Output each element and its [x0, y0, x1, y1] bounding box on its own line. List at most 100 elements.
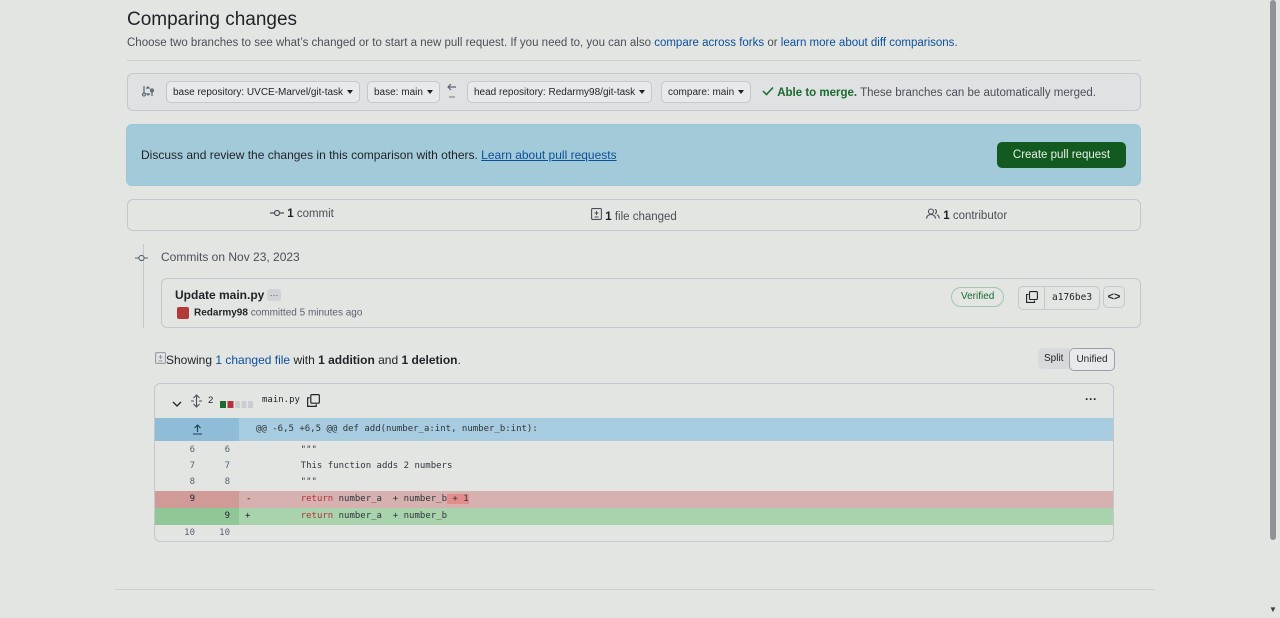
files-label: file changed — [614, 211, 677, 223]
banner-text: Discuss and review the changes in this c… — [141, 148, 617, 162]
people-icon — [926, 208, 940, 222]
file-diff: 2 main.py ··· @@ -6,5 +6,5 @@ def add(nu… — [154, 383, 1114, 542]
avatar[interactable] — [177, 307, 189, 319]
subtitle-or: or — [764, 37, 781, 49]
diffstat-bar — [220, 397, 258, 411]
deletions-count: 1 deletion — [401, 353, 458, 367]
copy-icon[interactable] — [307, 394, 320, 410]
new-line-number[interactable]: 8 — [190, 474, 230, 491]
check-icon — [762, 86, 774, 99]
diff-line: 7 7 This function adds 2 numbers — [155, 458, 1113, 475]
browse-repository-button[interactable]: <> — [1103, 286, 1125, 308]
code-line: This function adds 2 numbers — [279, 461, 453, 471]
summary-mid: with — [290, 353, 319, 367]
code-line: """ — [279, 477, 317, 487]
contributors-tab[interactable]: 1 contributor — [926, 208, 1007, 222]
old-line-number[interactable]: 7 — [155, 458, 195, 475]
verified-badge[interactable]: Verified — [951, 287, 1005, 307]
summary-and: and — [374, 353, 402, 367]
base-branch-select[interactable]: base: main — [367, 81, 440, 103]
diff-line-deletion: 9 - return number_a + number_b + 1 — [155, 491, 1113, 508]
contributors-count: 1 — [943, 210, 950, 222]
scroll-down-icon[interactable]: ▼ — [1269, 605, 1277, 614]
old-line-number[interactable]: 8 — [155, 474, 195, 491]
diff-sign: + — [245, 511, 251, 521]
new-line-number[interactable]: 10 — [190, 525, 230, 541]
old-line-number[interactable]: 10 — [155, 525, 195, 541]
head-repository-label: head repository: Redarmy98/git-task — [474, 87, 636, 98]
diff-line: 6 6 """ — [155, 442, 1113, 459]
compare-branch-select[interactable]: compare: main — [661, 81, 752, 103]
files-changed-tab[interactable]: 1 file changed — [591, 208, 677, 223]
summary-prefix: Showing — [166, 353, 216, 367]
commit-sha-link[interactable]: a176be3 — [1045, 287, 1099, 309]
comparison-stats: 1 commit 1 file changed 1 contributor — [127, 199, 1141, 231]
unified-view-button[interactable]: Unified — [1069, 348, 1115, 371]
commits-label: commit — [296, 208, 334, 220]
code-keyword: return — [300, 511, 334, 521]
chevron-down-icon — [639, 90, 646, 95]
merge-status-detail: These branches can be automatically merg… — [860, 87, 1096, 99]
diff-line-addition: 9 + return number_a + number_b — [155, 508, 1113, 525]
old-line-number[interactable]: 9 — [155, 491, 195, 508]
contributors-label: contributor — [952, 210, 1008, 222]
copy-sha-button[interactable] — [1019, 287, 1045, 309]
git-commit-icon — [270, 208, 284, 220]
code-line: """ — [279, 445, 317, 455]
pull-request-banner: Discuss and review the changes in this c… — [126, 124, 1141, 186]
head-repository-select[interactable]: head repository: Redarmy98/git-task — [467, 81, 653, 103]
create-pull-request-button[interactable]: Create pull request — [997, 142, 1126, 168]
file-name-link[interactable]: main.py — [262, 395, 300, 405]
chevron-down-icon — [738, 90, 745, 95]
copy-icon — [1025, 290, 1038, 306]
file-menu-button[interactable]: ··· — [1085, 392, 1097, 406]
additions-count: 1 addition — [318, 353, 375, 367]
new-line-number[interactable]: 7 — [190, 458, 230, 475]
expand-all-icon[interactable] — [191, 394, 202, 411]
new-line-number[interactable]: 6 — [190, 442, 230, 459]
page-title: Comparing changes — [127, 9, 298, 30]
subtitle-end: . — [954, 37, 958, 49]
commit-sha-group: a176be3 — [1018, 286, 1101, 310]
diff-view-toggle: Split Unified — [1038, 348, 1115, 371]
new-line-number[interactable]: 9 — [190, 508, 230, 525]
hunk-header: @@ -6,5 +6,5 @@ def add(number_a:int, nu… — [155, 418, 1113, 441]
commit-title-link[interactable]: Update main.py — [175, 288, 264, 302]
merge-status-label: Able to merge. — [777, 87, 858, 99]
base-repository-label: base repository: UVCE-Marvel/git-task — [173, 87, 344, 98]
expand-up-icon — [192, 423, 203, 438]
summary-end: . — [457, 353, 461, 367]
code-deleted-highlight: + 1 — [447, 494, 469, 504]
commit-expand-button[interactable]: … — [267, 289, 281, 301]
git-commit-icon — [135, 252, 148, 262]
code-line: return number_a + number_b — [279, 508, 447, 525]
commits-count: 1 — [287, 208, 294, 220]
vertical-scrollbar[interactable]: ▼ — [1268, 0, 1280, 618]
subtitle-text: Choose two branches to see what’s change… — [127, 37, 655, 49]
divider — [127, 60, 1141, 61]
learn-diff-comparisons-link[interactable]: learn more about diff comparisons — [781, 37, 955, 49]
chevron-down-icon[interactable] — [172, 397, 182, 411]
page-subtitle: Choose two branches to see what’s change… — [127, 37, 958, 49]
commit-author-link[interactable]: Redarmy98 — [194, 308, 248, 319]
commits-tab[interactable]: 1 commit — [270, 208, 334, 220]
compare-across-forks-link[interactable]: compare across forks — [654, 37, 764, 49]
diff-line: 8 8 """ — [155, 474, 1113, 491]
commit-item: Update main.py … Redarmy98 committed 5 m… — [161, 278, 1141, 328]
old-line-number[interactable]: 6 — [155, 442, 195, 459]
changed-files-link[interactable]: 1 changed file — [215, 353, 290, 367]
git-compare-icon — [141, 84, 155, 101]
learn-about-pull-requests-link[interactable]: Learn about pull requests — [481, 148, 616, 162]
diff-sign: - — [246, 494, 252, 504]
base-repository-select[interactable]: base repository: UVCE-Marvel/git-task — [166, 81, 361, 103]
commit-meta: Redarmy98 committed 5 minutes ago — [177, 307, 362, 319]
scrollbar-thumb[interactable] — [1270, 0, 1276, 540]
chevron-down-icon — [347, 90, 354, 95]
code-text: number_a + number_b — [333, 511, 447, 521]
compare-bar: base repository: UVCE-Marvel/git-task ba… — [127, 73, 1141, 111]
code-line: return number_a + number_b + 1 — [279, 491, 469, 508]
diff-summary: Showing 1 changed file with 1 addition a… — [155, 352, 461, 367]
arrow-left-icon — [446, 82, 458, 105]
split-view-button[interactable]: Split — [1038, 348, 1070, 369]
expand-up-button[interactable] — [155, 418, 239, 441]
